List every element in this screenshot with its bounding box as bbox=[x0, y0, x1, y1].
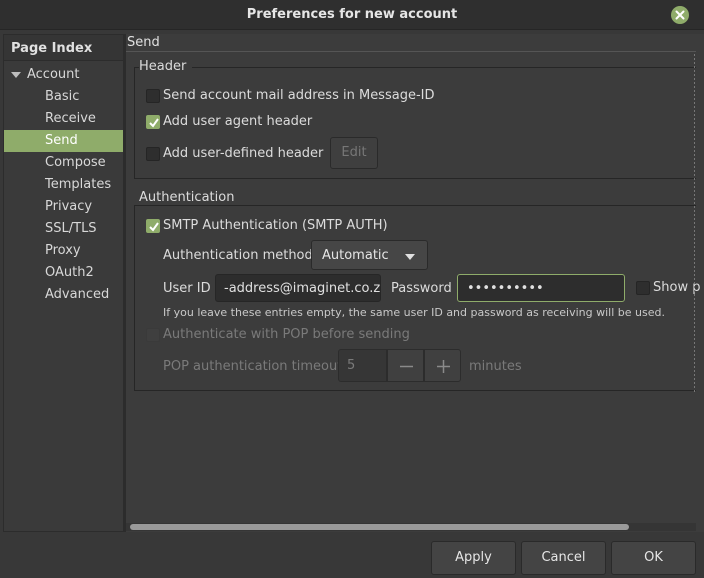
tree-item-privacy[interactable]: Privacy bbox=[4, 196, 123, 218]
auth-method-label: Authentication method bbox=[163, 248, 313, 263]
tree-item-ssl-tls[interactable]: SSL/TLS bbox=[4, 218, 123, 240]
pop-before-send-checkbox[interactable] bbox=[146, 328, 160, 342]
tree-item-proxy[interactable]: Proxy bbox=[4, 240, 123, 262]
expand-arrow-icon[interactable] bbox=[11, 72, 21, 78]
auth-method-value: Automatic bbox=[322, 248, 389, 263]
tree-item-compose[interactable]: Compose bbox=[4, 152, 123, 174]
tree-item-label: Send bbox=[45, 133, 78, 148]
tree-item-label: Compose bbox=[45, 155, 106, 170]
pop-before-send-label: Authenticate with POP before sending bbox=[163, 327, 410, 342]
pop-timeout-input[interactable]: 5 bbox=[338, 349, 387, 382]
tree-item-receive[interactable]: Receive bbox=[4, 108, 123, 130]
send-account-address-label: Send account mail address in Message-ID bbox=[163, 88, 435, 103]
title-bar: Preferences for new account bbox=[0, 0, 704, 30]
tree-item-label: Advanced bbox=[45, 287, 110, 302]
pop-timeout-value: 5 bbox=[347, 358, 356, 373]
tree-item-label: Receive bbox=[45, 111, 96, 126]
ok-button[interactable]: OK bbox=[611, 541, 696, 575]
password-value: •••••••••• bbox=[467, 281, 544, 296]
add-user-defined-label: Add user-defined header bbox=[163, 146, 324, 161]
tree-item-send[interactable]: Send bbox=[4, 130, 123, 152]
auth-method-dropdown[interactable]: Automatic bbox=[311, 240, 428, 270]
page-index: Page Index Account Basic Receive Send Co… bbox=[3, 34, 124, 532]
apply-button[interactable]: Apply bbox=[431, 541, 516, 575]
add-user-agent-checkbox[interactable] bbox=[146, 115, 160, 129]
title-separator bbox=[126, 51, 696, 52]
increment-button[interactable] bbox=[424, 349, 461, 382]
tree-item-templates[interactable]: Templates bbox=[4, 174, 123, 196]
smtp-auth-checkbox[interactable] bbox=[146, 219, 160, 233]
user-id-input[interactable]: -address@imaginet.co.za bbox=[215, 274, 381, 302]
tree-item-advanced[interactable]: Advanced bbox=[4, 284, 123, 306]
cancel-button[interactable]: Cancel bbox=[521, 541, 606, 575]
tree-item-label: SSL/TLS bbox=[45, 221, 97, 236]
page-index-title: Page Index bbox=[11, 41, 93, 56]
pop-timeout-label: POP authentication timeout bbox=[163, 359, 343, 374]
edit-header-button[interactable]: Edit bbox=[330, 137, 378, 169]
tree-item-label: Privacy bbox=[45, 199, 93, 214]
close-button[interactable] bbox=[671, 6, 689, 24]
tree-item-label: Account bbox=[27, 67, 80, 82]
chevron-down-icon bbox=[405, 254, 415, 260]
page-title: Send bbox=[127, 35, 160, 50]
settings-page: Send Header Send account mail address in… bbox=[126, 34, 704, 532]
authentication-section-label: Authentication bbox=[139, 190, 241, 205]
tree-item-label: OAuth2 bbox=[45, 265, 94, 280]
header-section-label: Header bbox=[139, 59, 193, 74]
show-password-checkbox[interactable] bbox=[636, 281, 650, 295]
plus-icon bbox=[437, 360, 450, 373]
tree-item-label: Templates bbox=[45, 177, 112, 192]
window-title: Preferences for new account bbox=[246, 7, 458, 22]
checkmark-icon bbox=[149, 222, 159, 232]
add-user-agent-label: Add user agent header bbox=[163, 114, 313, 129]
credentials-hint: If you leave these entries empty, the sa… bbox=[163, 306, 665, 319]
smtp-auth-label: SMTP Authentication (SMTP AUTH) bbox=[163, 218, 388, 233]
decrement-button[interactable] bbox=[387, 349, 424, 382]
checkmark-icon bbox=[149, 118, 159, 128]
scrollbar-thumb[interactable] bbox=[130, 524, 629, 530]
add-user-defined-checkbox[interactable] bbox=[146, 147, 160, 161]
minutes-label: minutes bbox=[469, 359, 522, 374]
tree-item-oauth2[interactable]: OAuth2 bbox=[4, 262, 123, 284]
tree-item-label: Basic bbox=[45, 89, 80, 104]
tree-item-label: Proxy bbox=[45, 243, 81, 258]
send-account-address-checkbox[interactable] bbox=[146, 89, 160, 103]
user-id-label: User ID bbox=[163, 281, 211, 296]
horizontal-scrollbar[interactable] bbox=[126, 523, 696, 531]
password-input[interactable]: •••••••••• bbox=[457, 274, 625, 302]
tree-item-account[interactable]: Account bbox=[4, 64, 123, 86]
tree-item-basic[interactable]: Basic bbox=[4, 86, 123, 108]
password-label: Password bbox=[391, 281, 452, 296]
close-icon bbox=[675, 10, 685, 20]
page-index-header: Page Index bbox=[4, 35, 123, 61]
clipped-edge bbox=[694, 54, 695, 394]
user-id-value: -address@imaginet.co.za bbox=[224, 281, 381, 296]
minus-icon bbox=[400, 365, 413, 368]
